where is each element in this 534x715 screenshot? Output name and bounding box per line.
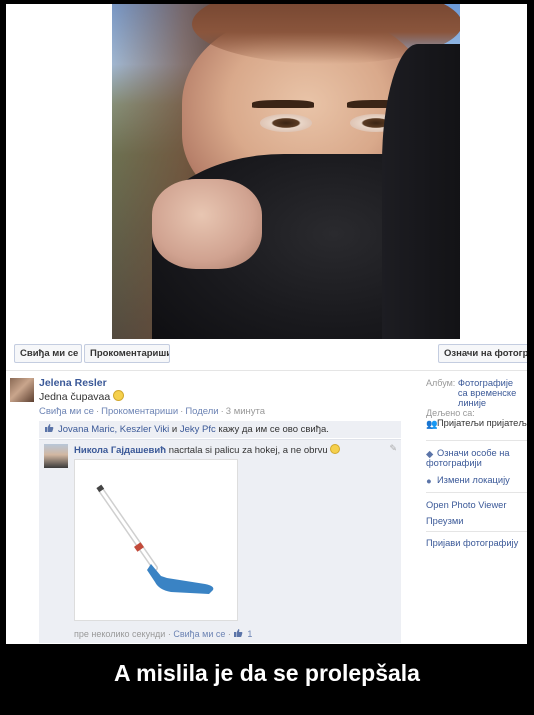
comment-footer: пре неколико секунди · Свиђа ми се · 1 [74,629,253,639]
poster-frame: Свиђа ми се Прокоментариши Означи на фот… [0,0,534,715]
tag-people-text: Означи особе на фотографији [426,448,510,468]
divider [426,531,527,532]
photo-like-button[interactable]: Свиђа ми се [14,344,82,363]
thumbs-up-icon [45,424,54,432]
photo-left-eyebrow [252,100,314,108]
album-info: Албум: Фотографије са временске линије [426,378,522,408]
post-text: Jedna čupavaa [39,390,125,403]
location-pin-icon: ● [426,476,432,486]
separator-dot: · [180,406,184,417]
likers-suffix: кажу да им се ово свиђа. [218,424,329,435]
likes-summary: Jovana Maric, Keszler Viki и Jeky Pfc ка… [39,421,401,438]
comment-attachment-image[interactable] [74,459,238,621]
tag-photo-button[interactable]: Означи на фотографији [438,344,527,363]
hockey-stick-drawing [96,484,214,594]
author-avatar[interactable] [10,378,34,402]
post-timestamp[interactable]: 3 минута [226,406,265,417]
post-section: Jelena Resler Jedna čupavaa Свиђа ми се ·… [6,370,527,644]
open-photo-viewer-link[interactable]: Open Photo Viewer [426,500,506,510]
commenter-line: Никола Гајдашевић nacrtala si palicu za … [74,444,340,456]
likers-conjunction: и [171,424,178,435]
post-share-link[interactable]: Подели [185,406,218,417]
commenter-name[interactable]: Никола Гајдашевић [74,445,166,456]
thumbs-up-icon [234,629,243,637]
comment-like-count[interactable]: 1 [247,629,252,639]
divider [6,370,527,371]
separator-dot: · [220,406,224,417]
tag-people-link[interactable]: ◆ Означи особе на фотографији [426,448,527,468]
download-link[interactable]: Преузми [426,516,463,526]
edit-location-text: Измени локацију [437,475,510,485]
shared-label: Дељено са: [426,408,475,418]
shared-value-text: Пријатељи пријатеља [437,418,527,428]
smiley-icon [329,444,340,454]
selfie-photo[interactable] [112,4,460,339]
report-photo-link[interactable]: Пријави фотографију [426,538,518,548]
friends-icon: 👥 [426,419,438,429]
album-link[interactable]: Фотографије са временске линије [458,378,522,408]
comment: Никола Гајдашевић nacrtala si palicu za … [39,439,401,643]
smiley-icon [113,390,125,401]
shared-value[interactable]: 👥Пријатељи пријатеља [426,418,527,429]
separator-dot: · [95,406,100,417]
poster-caption: A mislila je da se prolepšala [114,660,420,686]
photo-left-eye [260,114,312,132]
post-actions: Свиђа ми се · Прокоментариши · Подели · 3 мину… [39,406,265,417]
commenter-avatar[interactable] [44,444,68,468]
pencil-icon[interactable]: ✎ [389,443,397,454]
post-comment-link[interactable]: Прокоментариши [101,406,178,417]
photo-comment-button[interactable]: Прокоментариши [84,344,170,363]
post-like-link[interactable]: Свиђа ми се [39,406,94,417]
divider [426,492,527,493]
author-name[interactable]: Jelena Resler [39,377,107,389]
shared-info: Дељено са: 👥Пријатељи пријатеља [426,408,527,429]
tag-icon: ◆ [426,449,434,459]
photo-hand [152,179,262,269]
comment-text: nacrtala si palicu za hokej, a ne obrvu [168,445,328,456]
album-label: Албум: [426,378,456,388]
facebook-photo-viewer: Свиђа ми се Прокоментариши Означи на фот… [6,4,527,644]
comment-timestamp[interactable]: пре неколико секунди [74,629,165,639]
likers-names[interactable]: Jovana Maric, Keszler Viki [58,424,169,435]
photo-area: Свиђа ми се Прокоментариши Означи на фот… [6,4,527,370]
liker-last[interactable]: Jeky Pfc [180,424,216,435]
comment-like-link[interactable]: Свиђа ми се [173,629,225,639]
post-text-content: Jedna čupavaa [39,391,111,403]
edit-location-link[interactable]: ● Измени локацију [426,475,510,486]
photo-fur-side [382,44,460,339]
divider [426,440,527,441]
